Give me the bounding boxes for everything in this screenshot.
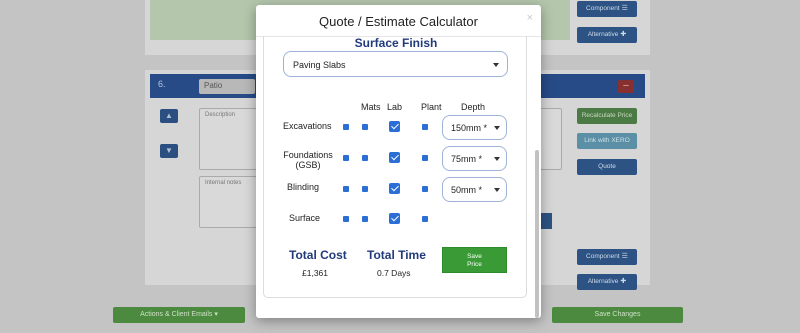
recalculate-price-button[interactable]: Recalculate Price	[577, 108, 637, 124]
depth-value: 75mm *	[451, 154, 483, 164]
description-field[interactable]: Description	[199, 108, 257, 170]
depth-select-foundations[interactable]: 75mm *	[442, 146, 507, 171]
modal-scrollbar[interactable]	[535, 150, 539, 318]
caret-down-icon	[493, 63, 499, 67]
alternative-label: Alternative	[587, 31, 619, 38]
list-icon: ☰	[621, 253, 628, 260]
item-number: 6.	[158, 79, 166, 89]
caret-down-icon	[494, 157, 500, 161]
move-down-button[interactable]: ▼	[160, 144, 178, 158]
surface-finish-value: Paving Slabs	[293, 60, 346, 70]
total-cost-label: Total Cost	[289, 248, 347, 262]
checkbox-blinding-lab[interactable]	[389, 183, 400, 194]
caret-down-icon	[494, 126, 500, 130]
component-label: Component	[586, 253, 620, 260]
description-field-right[interactable]	[540, 108, 562, 170]
move-up-button[interactable]: ▲	[160, 109, 178, 123]
component-label: Component	[586, 5, 620, 12]
column-header-plant: Plant	[421, 102, 442, 112]
depth-value: 150mm *	[451, 123, 488, 133]
depth-value: 50mm *	[451, 185, 483, 195]
checkbox-blinding-col1[interactable]	[343, 186, 349, 192]
caret-down-icon: ▾	[214, 311, 218, 318]
depth-select-excavations[interactable]: 150mm *	[442, 115, 507, 140]
bg-small-button[interactable]	[540, 213, 552, 229]
save-price-label: Save Price	[467, 253, 482, 268]
total-time-value: 0.7 Days	[377, 268, 411, 278]
actions-label: Actions & Client Emails	[140, 311, 213, 318]
caret-down-icon	[494, 188, 500, 192]
calculator-modal: Quote / Estimate Calculator × Surface Fi…	[256, 5, 541, 318]
checkbox-excavations-col1[interactable]	[343, 124, 349, 130]
checkbox-excavations-plant[interactable]	[422, 124, 428, 130]
checkbox-surface-mats[interactable]	[362, 216, 368, 222]
column-header-lab: Lab	[387, 102, 403, 112]
component-button[interactable]: Component ☰	[577, 249, 637, 265]
quote-button[interactable]: Quote	[577, 159, 637, 175]
row-label-foundations: Foundations (GSB)	[283, 150, 333, 170]
actions-client-emails-button[interactable]: Actions & Client Emails ▾	[113, 307, 245, 323]
delete-item-button[interactable]: −	[618, 80, 634, 93]
link-xero-button[interactable]: Link with XERO	[577, 133, 637, 149]
save-changes-button[interactable]: Save Changes	[552, 307, 683, 323]
save-price-button[interactable]: Save Price	[442, 247, 507, 273]
internal-notes-field[interactable]: Internal notes	[199, 176, 257, 228]
section-title: Surface Finish	[354, 36, 438, 50]
checkbox-foundations-col1[interactable]	[343, 155, 349, 161]
checkbox-surface-lab[interactable]	[389, 213, 400, 224]
checkbox-surface-plant[interactable]	[422, 216, 428, 222]
total-cost-value: £1,361	[302, 268, 328, 278]
row-label-blinding: Blinding	[287, 182, 320, 192]
chevron-down-icon: ▼	[165, 146, 173, 155]
plus-icon: ✚	[620, 278, 627, 285]
modal-header: Quote / Estimate Calculator ×	[256, 5, 541, 37]
component-button-top[interactable]: Component ☰	[577, 1, 637, 17]
checkbox-foundations-lab[interactable]	[389, 152, 400, 163]
checkbox-excavations-lab[interactable]	[389, 121, 400, 132]
depth-select-blinding[interactable]: 50mm *	[442, 177, 507, 202]
close-icon[interactable]: ×	[527, 12, 533, 24]
checkbox-excavations-mats[interactable]	[362, 124, 368, 130]
total-time-label: Total Time	[367, 248, 426, 262]
calculator-panel: Surface Finish Paving Slabs Mats Lab Pla…	[263, 36, 527, 298]
column-header-mats: Mats	[361, 102, 381, 112]
surface-finish-select[interactable]: Paving Slabs	[283, 51, 508, 77]
alternative-label: Alternative	[587, 278, 619, 285]
alternative-button-top[interactable]: Alternative ✚	[577, 27, 637, 43]
checkbox-surface-col1[interactable]	[343, 216, 349, 222]
row-label-excavations: Excavations	[283, 121, 332, 131]
alternative-button[interactable]: Alternative ✚	[577, 274, 637, 290]
plus-icon: ✚	[620, 31, 627, 38]
checkbox-foundations-mats[interactable]	[362, 155, 368, 161]
checkbox-blinding-mats[interactable]	[362, 186, 368, 192]
list-icon: ☰	[621, 5, 628, 12]
modal-title: Quote / Estimate Calculator	[319, 14, 478, 29]
row-label-surface: Surface	[289, 213, 321, 223]
item-name-input[interactable]: Patio	[199, 79, 255, 94]
checkbox-blinding-plant[interactable]	[422, 186, 428, 192]
checkbox-foundations-plant[interactable]	[422, 155, 428, 161]
chevron-up-icon: ▲	[165, 111, 173, 120]
column-header-depth: Depth	[461, 102, 486, 112]
